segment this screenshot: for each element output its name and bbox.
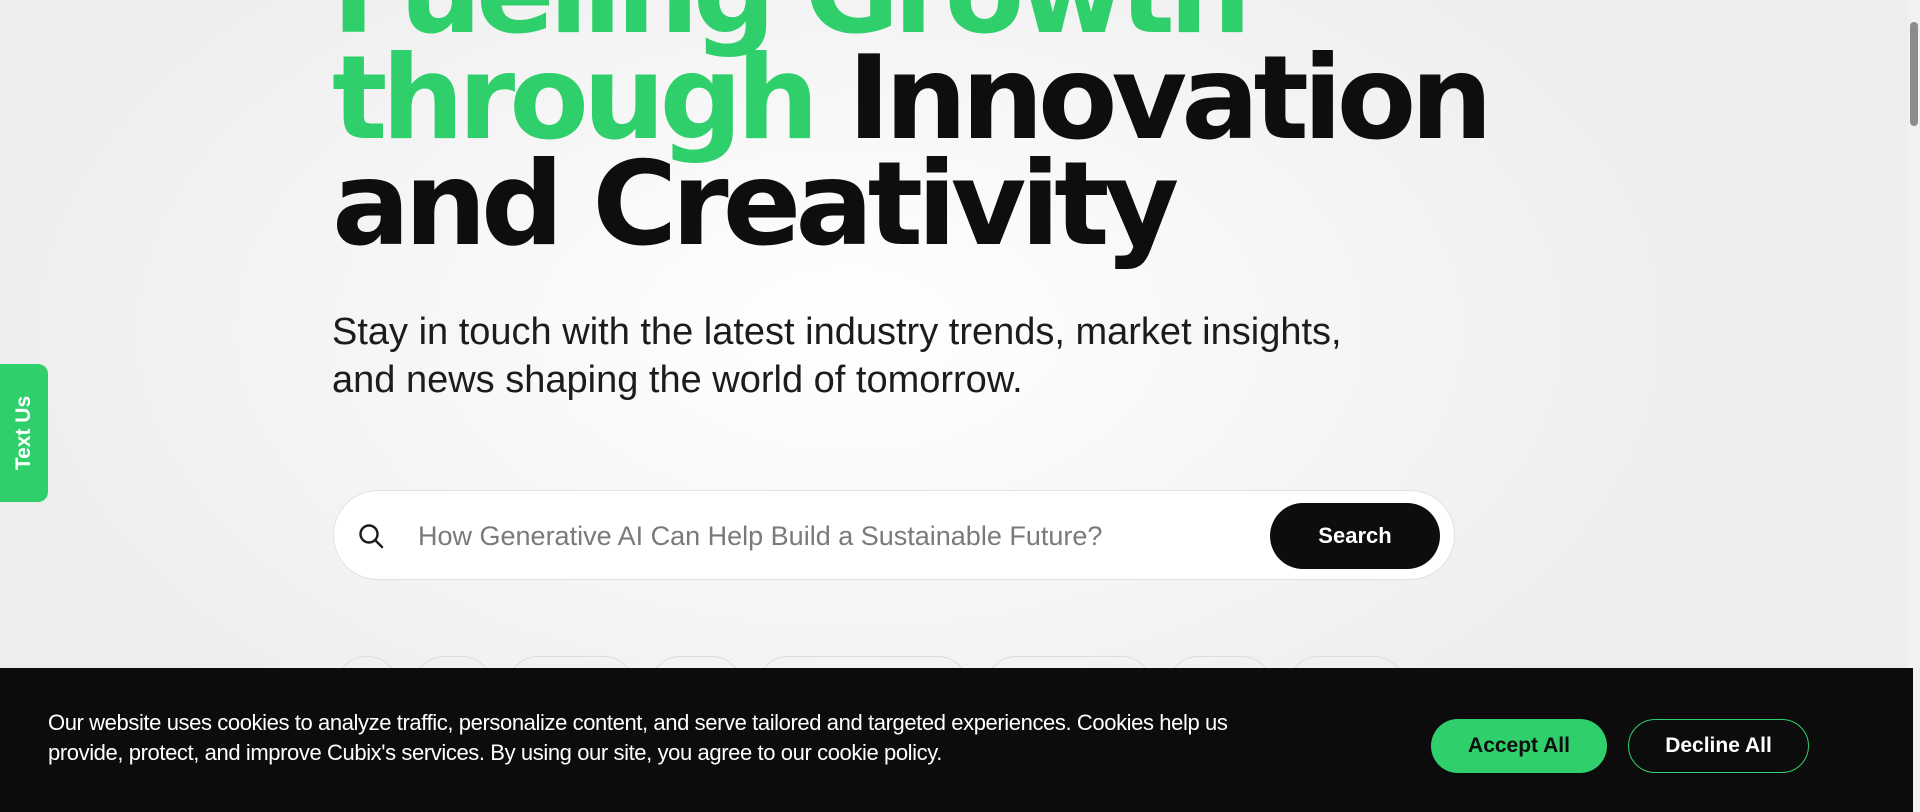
text-us-label: Text Us [12, 395, 35, 471]
hero-section: Fueling Growth through Innovation and Cr… [332, 0, 1532, 263]
accept-all-button[interactable]: Accept All [1431, 719, 1607, 773]
search-bar: Search [333, 490, 1455, 580]
search-icon [359, 524, 384, 549]
decline-all-button[interactable]: Decline All [1628, 719, 1809, 773]
text-us-tab[interactable]: Text Us [0, 364, 48, 502]
hero-subtitle: Stay in touch with the latest industry t… [332, 311, 1342, 401]
cookie-banner-text: Our website uses cookies to analyze traf… [48, 710, 1228, 765]
hero-headline: Fueling Growth through Innovation and Cr… [332, 0, 1532, 263]
scrollbar-thumb[interactable] [1910, 22, 1918, 126]
search-input[interactable] [416, 513, 1260, 559]
headline-line3: and Creativity [332, 137, 1179, 272]
search-button[interactable]: Search [1270, 503, 1440, 569]
cookie-banner: Our website uses cookies to analyze traf… [0, 668, 1913, 812]
